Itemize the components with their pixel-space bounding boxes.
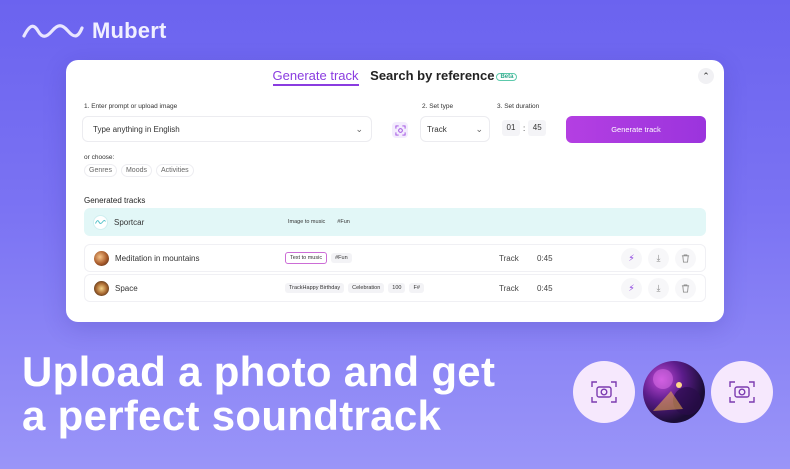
brand-name: Mubert [92, 18, 167, 43]
track-avatar [94, 250, 109, 266]
track-name: Sportcar [114, 217, 145, 227]
camera-icon [729, 381, 755, 403]
generator-card: Generate track Search by reference Beta ⌃… [66, 60, 724, 322]
duration-minutes[interactable]: 01 [502, 120, 520, 136]
tag: Celebration [348, 283, 385, 293]
duration-separator: : [523, 123, 526, 133]
chip-genres[interactable]: Genres [84, 164, 117, 177]
track-row[interactable]: Sportcar Image to music #Fun [84, 208, 706, 236]
tag: #Fun [331, 253, 352, 263]
tag: F# [409, 283, 424, 293]
duration-input[interactable]: 01 : 45 [502, 120, 547, 136]
track-row[interactable]: Space TrackHappy Birthday Celebration 10… [84, 274, 706, 302]
chip-moods[interactable]: Moods [120, 164, 152, 177]
camera-circle-left [573, 361, 635, 423]
tab-search-label: Search by reference [370, 68, 495, 83]
track-avatar [94, 280, 109, 296]
duration-seconds[interactable]: 45 [528, 120, 547, 136]
duration-label: 3. Set duration [497, 103, 540, 110]
type-select[interactable]: Track ⌄ [420, 116, 490, 142]
tab-generate-track[interactable]: Generate track [272, 68, 359, 86]
choose-label: or choose: [84, 154, 115, 161]
track-tags: TrackHappy Birthday Celebration 100 F# [285, 283, 424, 293]
chevron-down-icon: ⌄ [475, 123, 483, 134]
camera-circle-right [711, 361, 773, 423]
beta-badge: Beta [496, 72, 518, 81]
type-value: Track [427, 124, 447, 134]
prompt-input[interactable]: Type anything in English ⌄ [82, 116, 372, 142]
prompt-label: 1. Enter prompt or upload image [84, 103, 178, 110]
trash-icon[interactable] [675, 277, 696, 299]
concert-image [653, 369, 701, 415]
track-name: Meditation in mountains [115, 253, 200, 263]
download-icon[interactable]: ⤓ [648, 277, 669, 299]
lightning-icon[interactable]: ⚡︎ [621, 247, 642, 269]
track-name: Space [115, 283, 138, 293]
track-type: Track [499, 253, 519, 263]
tab-bar: Generate track Search by reference Beta [66, 68, 724, 86]
type-label: 2. Set type [422, 103, 454, 110]
trash-icon[interactable] [675, 247, 696, 269]
tag: 100 [388, 283, 406, 293]
track-actions: ⚡︎ ⤓ [621, 247, 696, 269]
track-actions: ⚡︎ ⤓ [621, 277, 696, 299]
trash-shape [681, 283, 690, 293]
upload-image-button[interactable] [392, 122, 408, 138]
track-row[interactable]: Meditation in mountains Text to music #F… [84, 244, 706, 272]
tag: TrackHappy Birthday [285, 283, 345, 293]
track-tags: Text to music #Fun [285, 252, 352, 264]
headline-line-1: Upload a photo and get [22, 348, 496, 395]
tab-search-by-reference[interactable]: Search by reference Beta [370, 68, 518, 83]
headline: Upload a photo and get a perfect soundtr… [22, 350, 495, 438]
mubert-wave-icon [95, 219, 106, 224]
camera-icon [591, 381, 617, 403]
mubert-wave-icon [22, 24, 84, 38]
tag: Image to music [288, 219, 326, 225]
image-scan-icon [394, 124, 406, 136]
generate-track-button[interactable]: Generate track [566, 116, 706, 143]
tag: #Fun [337, 219, 350, 225]
chevron-down-icon[interactable]: ⌄ [355, 124, 363, 135]
generated-tracks-title: Generated tracks [84, 196, 146, 205]
tag: Text to music [285, 252, 328, 264]
trash-shape [681, 253, 690, 263]
track-tags: Image to music #Fun [284, 217, 354, 227]
download-icon[interactable]: ⤓ [648, 247, 669, 269]
track-duration: 0:45 [537, 283, 553, 293]
chip-activities[interactable]: Activities [155, 164, 194, 177]
track-avatar [93, 214, 108, 230]
collapse-button[interactable]: ⌃ [698, 68, 714, 84]
concert-photo [643, 361, 705, 423]
chevron-up-icon: ⌃ [702, 70, 710, 81]
track-duration: 0:45 [537, 253, 553, 263]
category-chips: Genres Moods Activities [84, 164, 194, 177]
prompt-placeholder: Type anything in English [93, 124, 180, 134]
headline-line-2: a perfect soundtrack [22, 392, 442, 439]
lightning-icon[interactable]: ⚡︎ [621, 277, 642, 299]
track-type: Track [499, 283, 519, 293]
brand-logo[interactable]: Mubert [22, 18, 167, 44]
